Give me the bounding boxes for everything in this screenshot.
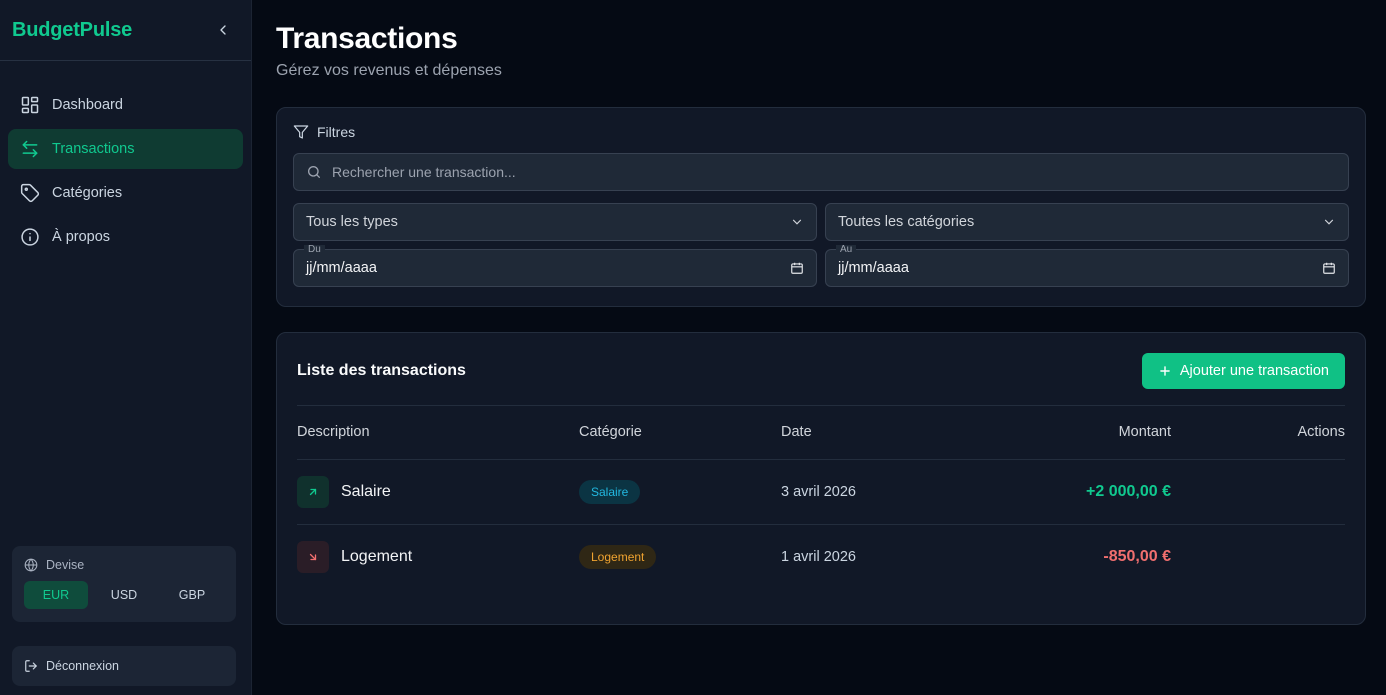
calendar-icon[interactable] bbox=[1322, 261, 1336, 275]
brand-logo[interactable]: BudgetPulse bbox=[12, 19, 132, 42]
category-select-value: Toutes les catégories bbox=[838, 214, 975, 230]
currency-selector: Devise EUR USD GBP bbox=[12, 546, 236, 622]
category-badge: Logement bbox=[579, 544, 657, 569]
filter-selects-row: Tous les types Toutes les catégories bbox=[293, 203, 1349, 241]
search-input[interactable] bbox=[332, 164, 1336, 180]
sidebar-header: BudgetPulse bbox=[0, 0, 251, 61]
row-actions bbox=[1171, 524, 1345, 589]
sidebar-item-label: À propos bbox=[52, 229, 111, 245]
currency-label: Devise bbox=[46, 558, 85, 572]
sidebar-item-dashboard[interactable]: Dashboard bbox=[8, 85, 243, 125]
row-actions bbox=[1171, 459, 1345, 525]
globe-icon bbox=[24, 558, 38, 572]
sidebar-item-transactions[interactable]: Transactions bbox=[8, 129, 243, 169]
type-select-value: Tous les types bbox=[306, 214, 398, 230]
logout-button[interactable]: Déconnexion bbox=[12, 646, 236, 686]
date-from-value: jj/mm/aaaa bbox=[306, 260, 377, 276]
currency-header: Devise bbox=[24, 558, 224, 572]
description-cell: Logement bbox=[297, 540, 579, 573]
income-arrow-icon bbox=[297, 475, 329, 508]
date-to-field[interactable]: Au jj/mm/aaaa bbox=[825, 245, 1349, 287]
add-transaction-label: Ajouter une transaction bbox=[1179, 363, 1329, 379]
filter-funnel-icon bbox=[293, 125, 309, 139]
list-title: Liste des transactions bbox=[297, 362, 466, 379]
category-select[interactable]: Toutes les catégories bbox=[825, 203, 1349, 241]
transaction-amount: -850,00 € bbox=[1103, 547, 1171, 565]
filters-header: Filtres bbox=[293, 124, 1349, 140]
list-header: Liste des transactions Ajouter une trans… bbox=[297, 353, 1345, 389]
sidebar-item-label: Transactions bbox=[52, 141, 135, 157]
transaction-date: 1 avril 2026 bbox=[781, 548, 856, 565]
currency-options: EUR USD GBP bbox=[24, 581, 224, 609]
date-from-field[interactable]: Du jj/mm/aaaa bbox=[293, 245, 817, 287]
main-content: Transactions Gérez vos revenus et dépens… bbox=[252, 0, 1386, 695]
sidebar-item-label: Catégories bbox=[52, 185, 123, 201]
column-header-description[interactable]: Description bbox=[297, 406, 579, 460]
logout-label: Déconnexion bbox=[46, 659, 119, 673]
transaction-amount: +2 000,00 € bbox=[1086, 482, 1171, 500]
transaction-description: Salaire bbox=[341, 482, 391, 500]
column-header-amount[interactable]: Montant bbox=[981, 406, 1171, 460]
type-select[interactable]: Tous les types bbox=[293, 203, 817, 241]
date-range-row: Du jj/mm/aaaa Au jj/mm/aaaa bbox=[293, 245, 1349, 287]
arrows-swap-icon bbox=[22, 140, 38, 158]
column-header-date[interactable]: Date bbox=[781, 406, 981, 460]
page-subtitle: Gérez vos revenus et dépenses bbox=[276, 62, 502, 79]
filters-title: Filtres bbox=[317, 124, 356, 140]
date-to-label: Au bbox=[836, 245, 857, 255]
search-icon bbox=[308, 166, 320, 178]
logout-icon bbox=[25, 660, 37, 672]
sidebar-nav: Dashboard Transactions Catégories À prop… bbox=[0, 61, 251, 257]
table-header-row: Description Catégorie Date Montant Actio… bbox=[297, 406, 1345, 460]
sidebar: BudgetPulse Dashboard Transactions Catég… bbox=[0, 0, 252, 695]
add-transaction-button[interactable]: Ajouter une transaction bbox=[1141, 353, 1345, 389]
chevron-down-icon bbox=[792, 219, 802, 225]
plus-icon bbox=[1160, 366, 1170, 376]
chevron-down-icon bbox=[1324, 219, 1334, 225]
dashboard-grid-icon bbox=[21, 96, 39, 114]
column-header-category[interactable]: Catégorie bbox=[579, 406, 781, 460]
category-badge: Salaire bbox=[579, 479, 641, 504]
transactions-table: Description Catégorie Date Montant Actio… bbox=[297, 406, 1345, 589]
info-icon bbox=[21, 228, 39, 246]
search-box[interactable] bbox=[293, 153, 1349, 191]
sidebar-item-categories[interactable]: Catégories bbox=[8, 173, 243, 213]
currency-eur-button[interactable]: EUR bbox=[24, 581, 88, 609]
transaction-date: 3 avril 2026 bbox=[781, 459, 981, 525]
transactions-list-card: Liste des transactions Ajouter une trans… bbox=[276, 332, 1366, 625]
table-row[interactable]: Salaire Salaire 3 avril 2026 +2 000,00 € bbox=[297, 459, 1345, 525]
app-root: BudgetPulse Dashboard Transactions Catég… bbox=[0, 0, 1386, 695]
sidebar-item-about[interactable]: À propos bbox=[8, 217, 243, 257]
currency-usd-button[interactable]: USD bbox=[92, 581, 156, 609]
page-title: Transactions bbox=[276, 22, 458, 55]
currency-gbp-button[interactable]: GBP bbox=[160, 581, 224, 609]
expense-arrow-icon bbox=[297, 540, 329, 573]
table-row[interactable]: Logement Logement 1 avril 2026 -850,00 € bbox=[297, 524, 1345, 589]
filters-card: Filtres Tous les types Toutes les catégo… bbox=[276, 107, 1366, 307]
sidebar-item-label: Dashboard bbox=[52, 97, 123, 113]
chevron-left-icon bbox=[220, 25, 226, 35]
tag-icon bbox=[20, 183, 40, 203]
column-header-actions: Actions bbox=[1171, 406, 1345, 460]
calendar-icon[interactable] bbox=[790, 261, 804, 275]
date-from-label: Du bbox=[304, 245, 325, 255]
transaction-description: Logement bbox=[341, 547, 413, 565]
date-to-value: jj/mm/aaaa bbox=[838, 260, 909, 276]
collapse-sidebar-button[interactable] bbox=[211, 18, 235, 42]
description-cell: Salaire bbox=[297, 475, 579, 508]
